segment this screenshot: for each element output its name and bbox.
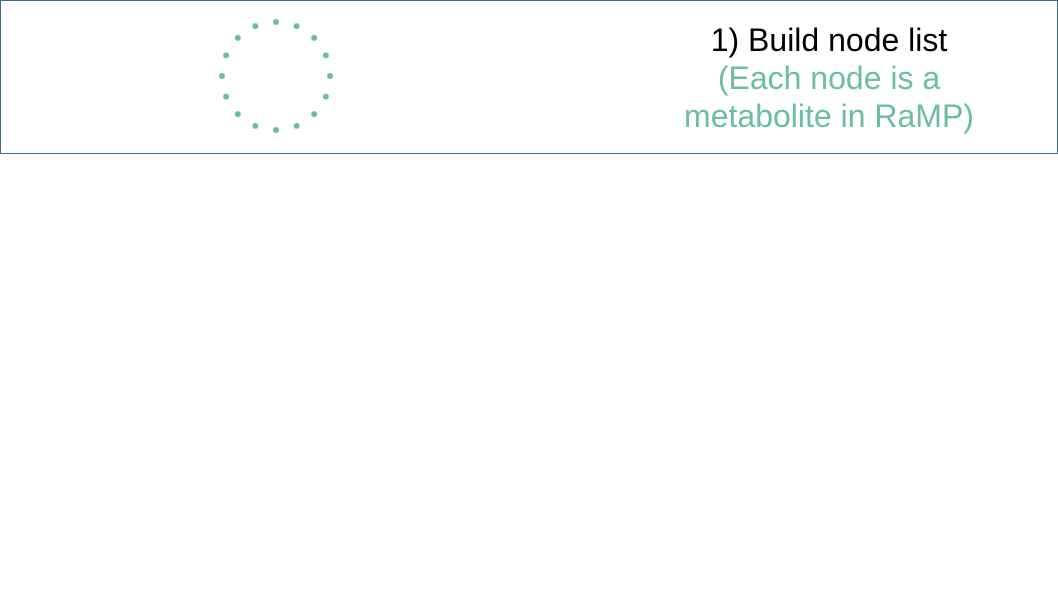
metabolite-node	[322, 52, 329, 59]
node-ring-diagram	[219, 19, 333, 133]
metabolite-node	[293, 23, 300, 30]
metabolite-node	[234, 111, 241, 118]
step-subtitle-line1: (Each node is a	[717, 60, 941, 96]
metabolite-node	[234, 34, 241, 41]
metabolite-node	[219, 73, 225, 79]
metabolite-node	[223, 52, 230, 59]
metabolite-node	[273, 19, 279, 25]
step-caption: 1) Build node list (Each node is a metab…	[619, 21, 1039, 135]
metabolite-node	[252, 23, 259, 30]
step-panel: 1) Build node list (Each node is a metab…	[0, 0, 1058, 154]
metabolite-node	[293, 122, 300, 129]
metabolite-node	[327, 73, 333, 79]
metabolite-node	[322, 93, 329, 100]
metabolite-node	[311, 111, 318, 118]
step-title: 1) Build node list	[710, 22, 948, 58]
step-subtitle-line2: metabolite in RaMP)	[684, 98, 974, 134]
metabolite-node	[273, 127, 279, 133]
metabolite-node	[223, 93, 230, 100]
metabolite-node	[252, 122, 259, 129]
metabolite-node	[311, 34, 318, 41]
